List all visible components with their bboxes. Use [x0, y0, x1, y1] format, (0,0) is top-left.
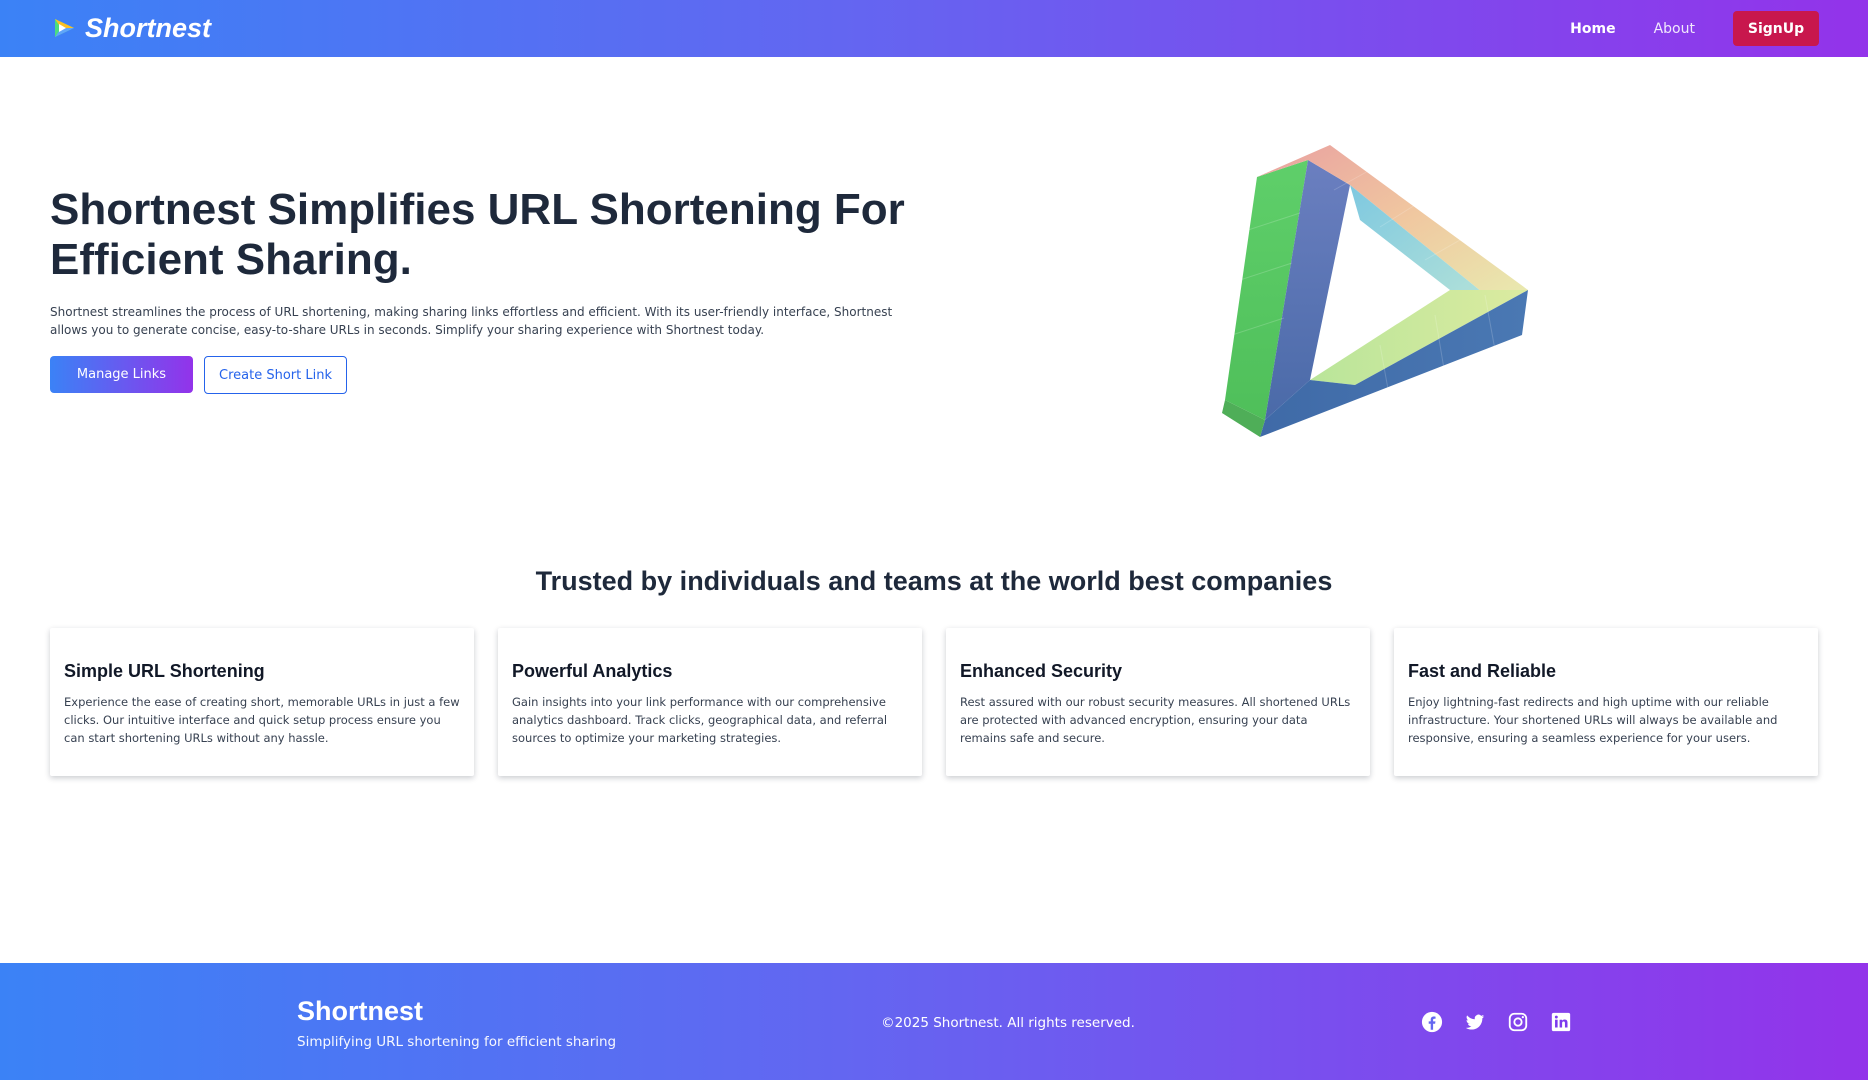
feature-description: Gain insights into your link performance… [512, 695, 888, 745]
navbar: Shortnest Home About SignUp [0, 0, 1868, 57]
feature-title: Powerful Analytics [512, 661, 673, 681]
nav-about-link[interactable]: About [1654, 21, 1695, 37]
create-short-link-button[interactable]: Create Short Link [204, 356, 347, 394]
nav-links: Home About SignUp [1570, 0, 1819, 57]
linkedin-icon[interactable] [1550, 1011, 1572, 1033]
brand-link[interactable]: Shortnest [52, 0, 211, 57]
logo-icon [55, 19, 74, 37]
twitter-icon[interactable] [1464, 1011, 1486, 1033]
manage-links-button[interactable]: Manage Links [50, 356, 193, 393]
feature-description: Enjoy lightning-fast redirects and high … [1408, 695, 1778, 745]
footer-tagline: Simplifying URL shortening for efficient… [297, 1034, 617, 1050]
feature-description: Experience the ease of creating short, m… [64, 695, 460, 745]
trusted-section-title: Trusted by individuals and teams at the … [535, 566, 1333, 596]
footer: Shortnest Simplifying URL shortening for… [0, 963, 1868, 1080]
signup-button[interactable]: SignUp [1733, 11, 1819, 46]
social-links [1421, 1011, 1572, 1033]
brand-name: Shortnest [85, 13, 212, 43]
feature-title: Fast and Reliable [1408, 661, 1557, 681]
facebook-icon[interactable] [1421, 1011, 1443, 1033]
instagram-icon[interactable] [1507, 1011, 1529, 1033]
penrose-triangle-illustration [1222, 145, 1528, 437]
feature-title: Enhanced Security [960, 661, 1123, 681]
feature-title: Simple URL Shortening [64, 661, 265, 681]
feature-card-enhanced-security: Enhanced Security Rest assured with our … [946, 628, 1370, 776]
hero-title: Shortnest Simplifies URL Shortening For … [50, 185, 905, 284]
feature-card-simple-url-shortening: Simple URL Shortening Experience the eas… [50, 628, 474, 776]
nav-home-link[interactable]: Home [1570, 21, 1615, 37]
feature-description: Rest assured with our robust security me… [960, 695, 1351, 745]
feature-card-fast-and-reliable: Fast and Reliable Enjoy lightning-fast r… [1394, 628, 1818, 776]
features-list: Simple URL Shortening Experience the eas… [50, 628, 1819, 776]
hero-description: Shortnest streamlines the process of URL… [50, 305, 893, 337]
feature-card-powerful-analytics: Powerful Analytics Gain insights into yo… [498, 628, 922, 776]
footer-copyright: ©2025 Shortnest. All rights reserved. [881, 1015, 1135, 1031]
